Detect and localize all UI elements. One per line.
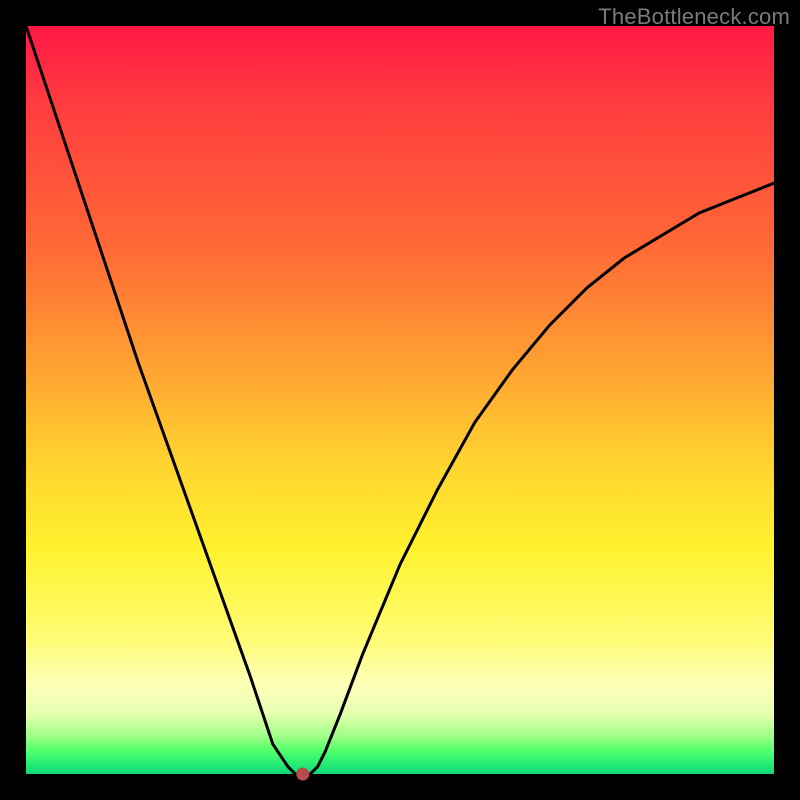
bottleneck-curve [26, 26, 774, 774]
watermark-text: TheBottleneck.com [598, 4, 790, 30]
chart-frame: TheBottleneck.com [0, 0, 800, 800]
minimum-marker [297, 768, 309, 780]
plot-area [26, 26, 774, 774]
curve-layer [26, 26, 774, 774]
